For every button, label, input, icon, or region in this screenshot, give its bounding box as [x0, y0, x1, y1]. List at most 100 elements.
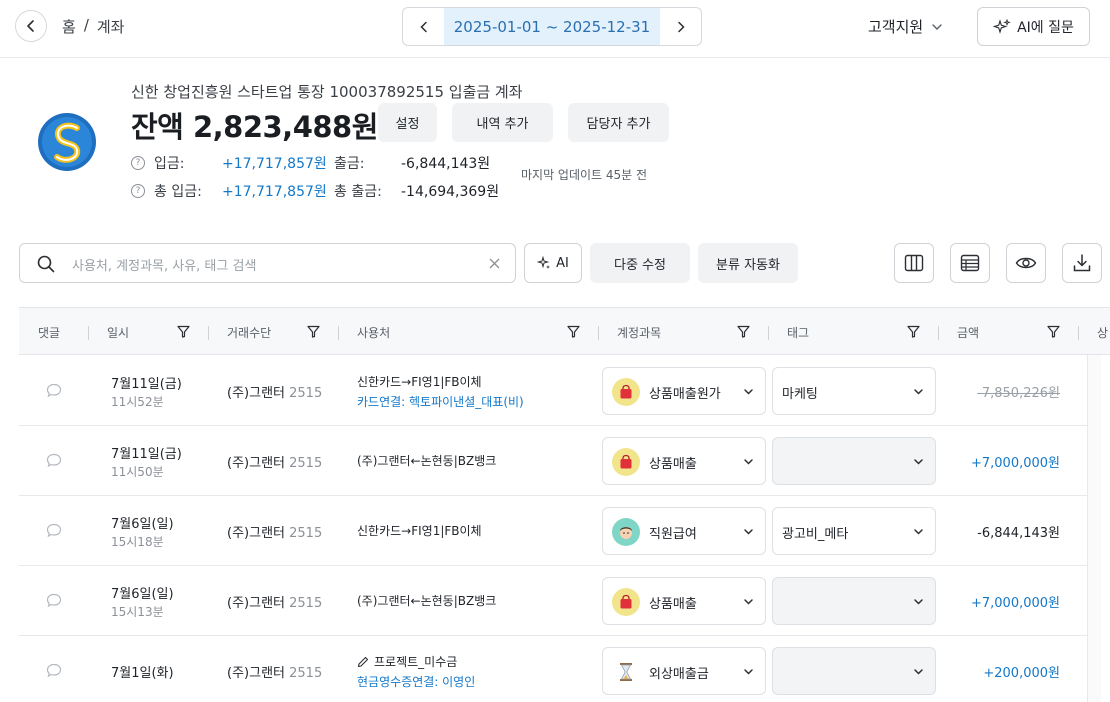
row-method: (주)그랜터 2515	[227, 452, 322, 471]
category-select[interactable]: 상품매출	[602, 577, 766, 625]
row-amount: +7,000,000원	[970, 596, 1060, 611]
tag-select[interactable]: 마케팅	[772, 367, 936, 415]
table-row[interactable]: 7월1일(화) (주)그랜터 2515 프로젝트_미수금 현금영수증연결: 이영…	[19, 636, 1087, 702]
support-label: 고객지원	[868, 18, 924, 36]
deposit-label: 입금:	[154, 156, 185, 172]
eye-icon	[1015, 257, 1037, 269]
visibility-button[interactable]	[1006, 243, 1046, 283]
deposit-stat: ? 입금:	[131, 153, 184, 173]
header-category: 계정과목	[617, 325, 662, 340]
row-date: 7월11일(금)	[111, 447, 182, 462]
tag-select[interactable]	[772, 647, 936, 695]
account-name: 신한 창업진흥원 스타트업 통장 100037892515 입출금 계좌	[131, 83, 523, 101]
tag-label: 마케팅	[782, 387, 818, 402]
comment-icon[interactable]	[46, 453, 62, 468]
category-select[interactable]: 직원급여	[602, 507, 766, 555]
clear-icon[interactable]	[489, 258, 500, 269]
tag-select[interactable]: 광고비_메타	[772, 507, 936, 555]
method-account: 2515	[289, 386, 323, 401]
add-history-button[interactable]: 내역 추가	[452, 103, 553, 142]
filter-icon[interactable]	[567, 325, 580, 338]
table-scrollbar[interactable]	[1087, 355, 1101, 702]
header-date: 일시	[107, 325, 130, 340]
table-icon	[960, 254, 980, 272]
table-row[interactable]: 7월11일(금) 11시52분 (주)그랜터 2515 신한카드→FI영1|FB…	[19, 356, 1087, 426]
comment-icon[interactable]	[46, 593, 62, 608]
add-manager-button[interactable]: 담당자 추가	[568, 103, 669, 142]
download-button[interactable]	[1062, 243, 1102, 283]
support-menu[interactable]: 고객지원	[868, 16, 943, 37]
table-row[interactable]: 7월11일(금) 11시50분 (주)그랜터 2515 (주)그랜터←논현동|B…	[19, 426, 1087, 496]
column-divider[interactable]	[208, 326, 209, 340]
help-icon[interactable]: ?	[131, 156, 145, 170]
table-row[interactable]: 7월6일(일) 15시13분 (주)그랜터 2515 (주)그랜터←논현동|BZ…	[19, 566, 1087, 636]
category-select[interactable]: 상품매출원가	[602, 367, 766, 415]
columns-icon	[904, 254, 924, 272]
top-bar: 홈 / 계좌 2025-01-01 ~ 2025-12-31 고객지원 AI에 …	[0, 0, 1110, 58]
row-linked-card[interactable]: 카드연결: 헥토파이낸셜_대표(비)	[357, 393, 524, 410]
row-method: (주)그랜터 2515	[227, 522, 322, 541]
filter-icon[interactable]	[737, 325, 750, 338]
method-name: (주)그랜터	[227, 596, 285, 611]
tag-select[interactable]	[772, 577, 936, 625]
ai-filter-label: AI	[556, 255, 569, 271]
date-next-button[interactable]	[660, 8, 701, 45]
column-divider[interactable]	[768, 326, 769, 340]
search-input[interactable]: 사용처, 계정과목, 사유, 태그 검색	[72, 255, 256, 274]
filter-icon[interactable]	[307, 325, 320, 338]
column-divider[interactable]	[598, 326, 599, 340]
category-label: 상품매출	[649, 597, 697, 612]
pencil-icon[interactable]	[357, 656, 369, 668]
settings-button[interactable]: 설정	[378, 103, 437, 142]
column-divider[interactable]	[88, 326, 89, 340]
ai-filter-button[interactable]: AI	[524, 243, 582, 283]
auto-classify-button[interactable]: 분류 자동화	[698, 243, 798, 283]
comment-icon[interactable]	[46, 383, 62, 398]
chevron-right-icon	[677, 21, 685, 32]
header-amount: 금액	[957, 325, 980, 340]
comment-icon[interactable]	[46, 523, 62, 538]
category-label: 상품매출	[649, 457, 697, 472]
column-divider[interactable]	[338, 326, 339, 340]
table-header: 댓글 일시 거래수단 사용처 계정과목 태그 금액 상	[19, 307, 1110, 355]
column-divider[interactable]	[1078, 326, 1079, 340]
filter-icon[interactable]	[907, 325, 920, 338]
date-prev-button[interactable]	[403, 8, 444, 45]
row-date: 7월1일(화)	[111, 666, 174, 681]
total-deposit-value: +17,717,857원	[222, 184, 327, 200]
filter-icon[interactable]	[177, 325, 190, 338]
withdraw-value: -6,844,143원	[401, 156, 491, 172]
chevron-down-icon	[932, 23, 942, 30]
withdraw-label: 출금:	[334, 156, 365, 172]
search-icon	[37, 255, 55, 273]
category-select[interactable]: 상품매출	[602, 437, 766, 485]
ai-ask-button[interactable]: AI에 질문	[977, 7, 1090, 46]
column-divider[interactable]	[938, 326, 939, 340]
method-name: (주)그랜터	[227, 526, 285, 541]
date-range-label[interactable]: 2025-01-01 ~ 2025-12-31	[444, 8, 660, 45]
breadcrumb-current: 계좌	[96, 18, 125, 36]
category-select[interactable]: 외상매출금	[602, 647, 766, 695]
tag-select[interactable]	[772, 437, 936, 485]
method-name: (주)그랜터	[227, 666, 285, 681]
filter-icon[interactable]	[1047, 325, 1060, 338]
sparkle-icon	[537, 256, 551, 269]
shinhan-bank-logo	[38, 113, 96, 171]
bulk-edit-button[interactable]: 다중 수정	[590, 243, 690, 283]
search-box[interactable]: 사용처, 계정과목, 사유, 태그 검색	[19, 243, 516, 283]
back-button[interactable]	[15, 10, 47, 42]
row-description: 신한카드→FI영1|FB이체	[357, 375, 482, 389]
row-amount: -7,850,226원	[977, 386, 1060, 401]
total-withdraw-value: -14,694,369원	[401, 184, 500, 200]
chevron-down-icon	[914, 599, 923, 605]
breadcrumb-home[interactable]: 홈	[62, 16, 76, 37]
row-linked-receipt[interactable]: 현금영수증연결: 이영인	[357, 673, 475, 690]
columns-button[interactable]	[894, 243, 934, 283]
deposit-value: +17,717,857원	[222, 156, 327, 172]
account-balance: 잔액 2,823,488원	[131, 110, 378, 144]
help-icon[interactable]: ?	[131, 184, 145, 198]
table-row[interactable]: 7월6일(일) 15시18분 (주)그랜터 2515 신한카드→FI영1|FB이…	[19, 496, 1087, 566]
row-description-text: 프로젝트_미수금	[374, 655, 458, 669]
table-view-button[interactable]	[950, 243, 990, 283]
comment-icon[interactable]	[46, 663, 62, 678]
